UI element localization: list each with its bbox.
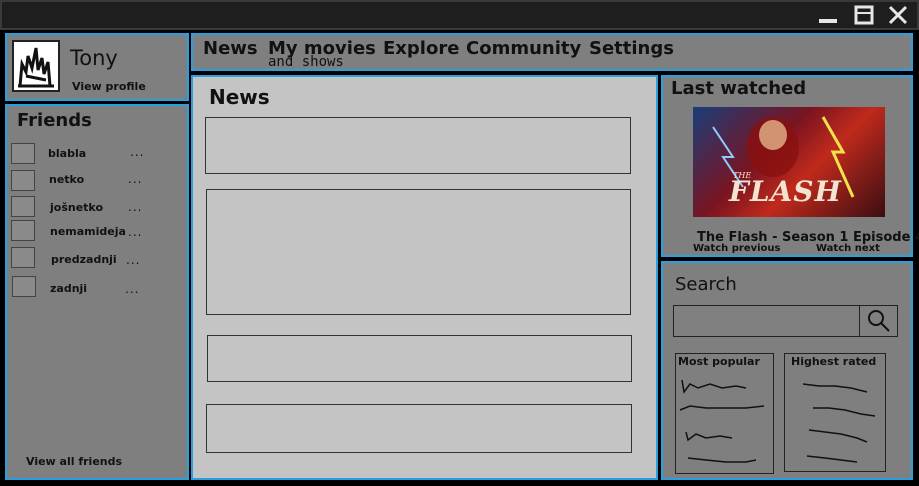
- minimize-icon: [819, 19, 837, 23]
- highest-rated-scribbles: [802, 383, 876, 463]
- avatar[interactable]: [12, 40, 60, 92]
- friend-name[interactable]: nemamideja: [50, 225, 126, 238]
- friend-more-button[interactable]: ...: [130, 145, 144, 159]
- close-button[interactable]: [884, 2, 912, 28]
- search-icon: [867, 310, 890, 332]
- news-item[interactable]: [207, 335, 632, 382]
- friend-name[interactable]: zadnji: [50, 282, 87, 295]
- friends-title: Friends: [17, 110, 92, 131]
- view-all-friends-link[interactable]: View all friends: [26, 455, 122, 468]
- minimize-button[interactable]: [814, 2, 842, 28]
- last-watched-title: Last watched: [671, 78, 807, 99]
- watch-next-link[interactable]: Watch next: [816, 243, 880, 254]
- friend-more-button[interactable]: ...: [126, 253, 140, 267]
- nav-community[interactable]: Community: [466, 38, 581, 59]
- nav-explore[interactable]: Explore: [383, 38, 459, 59]
- friend-avatar[interactable]: [11, 220, 35, 241]
- friend-more-button[interactable]: ...: [128, 200, 142, 214]
- friend-more-button[interactable]: ...: [125, 282, 139, 296]
- poster-image[interactable]: FLASH THE: [693, 107, 885, 217]
- nav-settings[interactable]: Settings: [589, 38, 674, 59]
- search-input[interactable]: [673, 305, 860, 337]
- avatar-image: [18, 47, 54, 88]
- friend-avatar[interactable]: [11, 247, 35, 268]
- window-titlebar: [0, 0, 919, 30]
- search-button[interactable]: [859, 305, 898, 337]
- nav-news[interactable]: News: [203, 38, 258, 59]
- news-item[interactable]: [206, 189, 631, 315]
- friend-name[interactable]: blabla: [48, 147, 86, 160]
- friend-avatar[interactable]: [11, 143, 35, 164]
- friend-name[interactable]: jošnetko: [50, 201, 103, 214]
- close-icon: [888, 5, 908, 25]
- most-popular-list: Most popular: [675, 353, 774, 474]
- friend-avatar[interactable]: [12, 276, 36, 297]
- friend-avatar[interactable]: [11, 196, 35, 217]
- maximize-icon: [854, 5, 874, 25]
- most-popular-scribbles: [679, 379, 765, 463]
- news-item[interactable]: [205, 117, 631, 174]
- friend-more-button[interactable]: ...: [128, 172, 142, 186]
- friend-name[interactable]: netko: [49, 173, 84, 186]
- poster-logo-small: THE: [733, 171, 752, 180]
- news-item[interactable]: [206, 404, 632, 453]
- friend-avatar[interactable]: [11, 170, 35, 191]
- most-popular-title: Most popular: [678, 355, 760, 368]
- watch-previous-link[interactable]: Watch previous: [693, 243, 781, 254]
- search-title: Search: [675, 274, 737, 295]
- highest-rated-title: Highest rated: [791, 355, 877, 368]
- profile-name: Tony: [70, 46, 118, 70]
- friend-more-button[interactable]: ...: [128, 225, 142, 239]
- friend-name[interactable]: predzadnji: [51, 253, 117, 266]
- highest-rated-list: Highest rated: [784, 353, 886, 472]
- view-profile-link[interactable]: View profile: [72, 80, 146, 93]
- news-title: News: [209, 85, 270, 109]
- nav-my-movies-sub[interactable]: and shows: [268, 54, 344, 70]
- maximize-button[interactable]: [850, 2, 878, 28]
